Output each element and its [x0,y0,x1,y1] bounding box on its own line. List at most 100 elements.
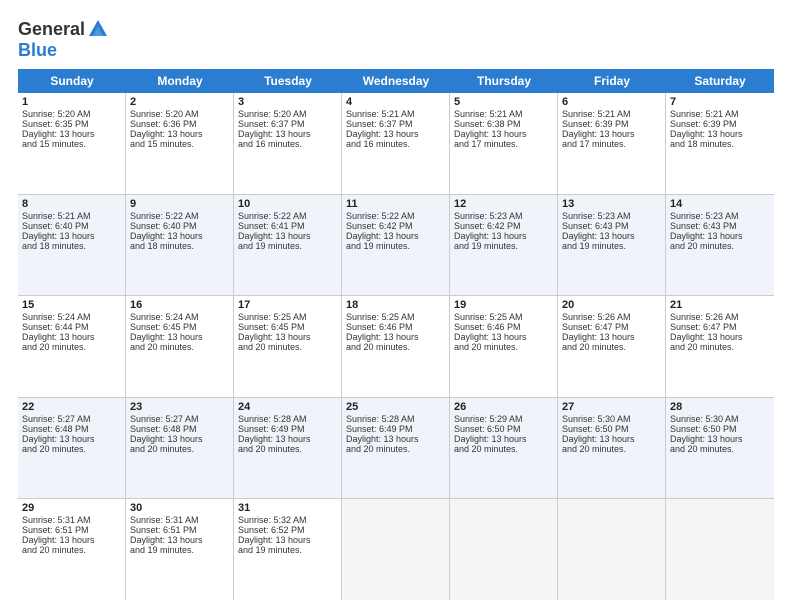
day-number: 19 [454,299,553,311]
daylight-label: Daylight: 13 hours [562,434,635,444]
sunset: Sunset: 6:45 PM [238,322,305,332]
calendar-row: 1Sunrise: 5:20 AMSunset: 6:35 PMDaylight… [18,93,774,195]
daylight-detail: and 20 minutes. [346,444,410,454]
daylight-label: Daylight: 13 hours [670,434,743,444]
day-number: 24 [238,401,337,413]
logo-general-text: General [18,19,85,40]
sunrise: Sunrise: 5:22 AM [238,211,307,221]
calendar-row: 15Sunrise: 5:24 AMSunset: 6:44 PMDayligh… [18,296,774,398]
day-number: 7 [670,96,770,108]
daylight-label: Daylight: 13 hours [454,332,527,342]
daylight-label: Daylight: 13 hours [454,231,527,241]
sunset: Sunset: 6:35 PM [22,119,89,129]
daylight-label: Daylight: 13 hours [346,129,419,139]
calendar-cell: 14Sunrise: 5:23 AMSunset: 6:43 PMDayligh… [666,195,774,296]
day-of-week-header: Tuesday [234,69,342,93]
sunrise: Sunrise: 5:23 AM [670,211,739,221]
daylight-label: Daylight: 13 hours [238,434,311,444]
sunset: Sunset: 6:42 PM [454,221,521,231]
calendar-cell: 5Sunrise: 5:21 AMSunset: 6:38 PMDaylight… [450,93,558,194]
day-number: 29 [22,502,121,514]
daylight-detail: and 18 minutes. [22,241,86,251]
day-number: 13 [562,198,661,210]
daylight-label: Daylight: 13 hours [238,231,311,241]
sunset: Sunset: 6:48 PM [22,424,89,434]
sunrise: Sunrise: 5:26 AM [670,312,739,322]
sunrise: Sunrise: 5:23 AM [562,211,631,221]
day-of-week-header: Wednesday [342,69,450,93]
daylight-label: Daylight: 13 hours [454,129,527,139]
logo-icon [87,18,109,40]
day-number: 14 [670,198,770,210]
daylight-label: Daylight: 13 hours [22,231,95,241]
calendar-cell: 12Sunrise: 5:23 AMSunset: 6:42 PMDayligh… [450,195,558,296]
daylight-label: Daylight: 13 hours [22,535,95,545]
calendar-cell: 30Sunrise: 5:31 AMSunset: 6:51 PMDayligh… [126,499,234,600]
day-number: 11 [346,198,445,210]
daylight-detail: and 17 minutes. [562,139,626,149]
calendar-cell: 6Sunrise: 5:21 AMSunset: 6:39 PMDaylight… [558,93,666,194]
sunrise: Sunrise: 5:31 AM [130,515,199,525]
daylight-detail: and 20 minutes. [670,444,734,454]
daylight-label: Daylight: 13 hours [130,434,203,444]
calendar-cell: 25Sunrise: 5:28 AMSunset: 6:49 PMDayligh… [342,398,450,499]
day-number: 22 [22,401,121,413]
calendar-cell: 11Sunrise: 5:22 AMSunset: 6:42 PMDayligh… [342,195,450,296]
logo: General Blue [18,18,109,61]
calendar-cell [558,499,666,600]
calendar-cell: 15Sunrise: 5:24 AMSunset: 6:44 PMDayligh… [18,296,126,397]
calendar-cell [450,499,558,600]
daylight-label: Daylight: 13 hours [670,129,743,139]
sunset: Sunset: 6:38 PM [454,119,521,129]
sunset: Sunset: 6:46 PM [454,322,521,332]
sunset: Sunset: 6:51 PM [22,525,89,535]
daylight-detail: and 20 minutes. [562,342,626,352]
calendar-cell: 17Sunrise: 5:25 AMSunset: 6:45 PMDayligh… [234,296,342,397]
daylight-detail: and 16 minutes. [346,139,410,149]
sunrise: Sunrise: 5:27 AM [22,414,91,424]
calendar-cell [342,499,450,600]
sunrise: Sunrise: 5:31 AM [22,515,91,525]
calendar-row: 29Sunrise: 5:31 AMSunset: 6:51 PMDayligh… [18,499,774,600]
sunrise: Sunrise: 5:22 AM [130,211,199,221]
day-number: 17 [238,299,337,311]
sunrise: Sunrise: 5:27 AM [130,414,199,424]
daylight-detail: and 19 minutes. [454,241,518,251]
sunset: Sunset: 6:44 PM [22,322,89,332]
day-of-week-header: Saturday [666,69,774,93]
sunrise: Sunrise: 5:28 AM [346,414,415,424]
calendar-cell: 19Sunrise: 5:25 AMSunset: 6:46 PMDayligh… [450,296,558,397]
day-number: 20 [562,299,661,311]
daylight-label: Daylight: 13 hours [238,129,311,139]
calendar-cell: 22Sunrise: 5:27 AMSunset: 6:48 PMDayligh… [18,398,126,499]
sunrise: Sunrise: 5:32 AM [238,515,307,525]
calendar-cell: 7Sunrise: 5:21 AMSunset: 6:39 PMDaylight… [666,93,774,194]
daylight-detail: and 20 minutes. [454,444,518,454]
sunset: Sunset: 6:45 PM [130,322,197,332]
calendar-cell: 29Sunrise: 5:31 AMSunset: 6:51 PMDayligh… [18,499,126,600]
daylight-label: Daylight: 13 hours [670,332,743,342]
daylight-label: Daylight: 13 hours [346,231,419,241]
calendar-cell: 18Sunrise: 5:25 AMSunset: 6:46 PMDayligh… [342,296,450,397]
daylight-detail: and 20 minutes. [238,444,302,454]
calendar-cell: 31Sunrise: 5:32 AMSunset: 6:52 PMDayligh… [234,499,342,600]
sunrise: Sunrise: 5:29 AM [454,414,523,424]
sunrise: Sunrise: 5:28 AM [238,414,307,424]
day-number: 2 [130,96,229,108]
sunset: Sunset: 6:43 PM [562,221,629,231]
daylight-label: Daylight: 13 hours [238,535,311,545]
calendar-body: 1Sunrise: 5:20 AMSunset: 6:35 PMDaylight… [18,93,774,600]
sunrise: Sunrise: 5:30 AM [562,414,631,424]
day-of-week-header: Thursday [450,69,558,93]
daylight-label: Daylight: 13 hours [562,129,635,139]
sunset: Sunset: 6:49 PM [346,424,413,434]
calendar: SundayMondayTuesdayWednesdayThursdayFrid… [18,69,774,600]
day-number: 9 [130,198,229,210]
daylight-label: Daylight: 13 hours [130,535,203,545]
daylight-detail: and 17 minutes. [454,139,518,149]
day-of-week-header: Sunday [18,69,126,93]
sunrise: Sunrise: 5:26 AM [562,312,631,322]
sunset: Sunset: 6:52 PM [238,525,305,535]
daylight-detail: and 16 minutes. [238,139,302,149]
sunrise: Sunrise: 5:21 AM [562,109,631,119]
